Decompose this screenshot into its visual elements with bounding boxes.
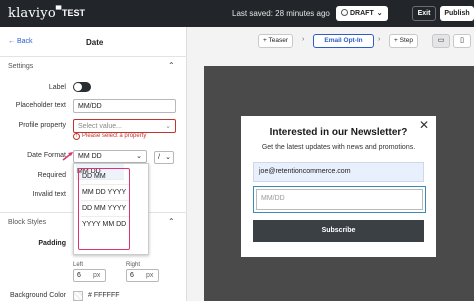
dropdown-option[interactable]: YYYY MM DD: [81, 217, 129, 233]
required-label: Required: [37, 172, 66, 179]
chevron-down-icon: ⌄: [376, 10, 383, 17]
campaign-name[interactable]: TEST: [62, 8, 85, 18]
chevron-up-icon[interactable]: ⌃: [168, 217, 175, 226]
popup-title: Interested in our Newsletter?: [269, 127, 408, 138]
toggle-knob: [74, 83, 82, 91]
publish-button[interactable]: Publish: [440, 6, 474, 21]
add-step-button[interactable]: + Step: [389, 34, 418, 48]
placeholder-text-input[interactable]: MM/DD: [73, 99, 176, 113]
back-link[interactable]: ← Back: [8, 38, 33, 45]
background-color-swatch[interactable]: [73, 291, 83, 301]
divider: [0, 56, 187, 57]
padding-label: Padding: [38, 240, 66, 247]
chevron-up-icon[interactable]: ⌃: [168, 61, 175, 70]
subscribe-button[interactable]: Subscribe: [253, 220, 424, 242]
label-toggle[interactable]: [73, 82, 91, 92]
dropdown-option[interactable]: DD MM YYYY: [81, 201, 129, 217]
desktop-icon[interactable]: ▭: [432, 34, 450, 48]
chevron-down-icon: ⌄: [136, 153, 142, 160]
draft-status-icon: [341, 9, 348, 16]
exit-button[interactable]: Exit: [412, 6, 436, 21]
chevron-down-icon: ⌄: [165, 154, 171, 161]
dropdown-option[interactable]: MM DD YYYY: [81, 185, 129, 201]
left-padding-label: Left: [73, 262, 84, 268]
block-styles-header[interactable]: Block Styles: [8, 219, 46, 226]
profile-property-label: Profile property: [18, 122, 66, 129]
last-saved-status: Last saved: 28 minutes ago: [232, 9, 330, 18]
right-padding-input[interactable]: 6 px: [126, 269, 159, 282]
date-format-select[interactable]: MM DD ⌄: [73, 150, 147, 163]
chevron-down-icon: ⌄: [165, 123, 171, 130]
left-padding-input[interactable]: 6 px: [73, 269, 106, 282]
date-field-selected[interactable]: MM/DD: [253, 186, 426, 213]
right-padding-label: Right: [126, 262, 141, 268]
email-field[interactable]: joe@retentioncommerce.com: [253, 162, 424, 182]
date-field[interactable]: MM/DD: [256, 189, 423, 210]
popup-subtitle: Get the latest updates with news and pro…: [261, 144, 416, 151]
teaser-button[interactable]: + Teaser: [258, 34, 293, 48]
top-bar: klaviyo▀ TEST Last saved: 28 minutes ago…: [0, 0, 474, 27]
separator-select[interactable]: / ⌄: [154, 151, 174, 164]
tab-email-optin[interactable]: Email Opt-In: [313, 34, 374, 48]
label-toggle-label: Label: [48, 84, 66, 91]
background-color-label: Background Color: [9, 292, 66, 299]
panel-title: Date: [86, 38, 104, 47]
mobile-icon[interactable]: ▯: [453, 34, 471, 48]
arrow-right-icon: ›: [378, 36, 381, 43]
klaviyo-logo[interactable]: klaviyo▀: [8, 6, 61, 21]
highlight-box: DD MM MM DD YYYY DD MM YYYY YYYY MM DD: [78, 168, 130, 250]
dropdown-option[interactable]: DD MM: [81, 169, 129, 185]
profile-property-select[interactable]: Select value... ⌄: [73, 119, 176, 133]
settings-header[interactable]: Settings: [8, 63, 33, 70]
status-dropdown[interactable]: DRAFT ⌄: [336, 6, 388, 21]
invalid-text-label: Invalid text: [32, 191, 66, 198]
date-format-label: Date Format: [27, 152, 66, 159]
error-icon: !: [73, 133, 80, 140]
placeholder-text-label: Placeholder text: [15, 102, 66, 109]
background-color-value[interactable]: # FFFFFF: [88, 292, 120, 299]
arrow-right-icon: ›: [302, 36, 305, 43]
arrow-left-icon: ←: [8, 38, 15, 45]
profile-property-error: ! Please select a property: [73, 133, 146, 140]
